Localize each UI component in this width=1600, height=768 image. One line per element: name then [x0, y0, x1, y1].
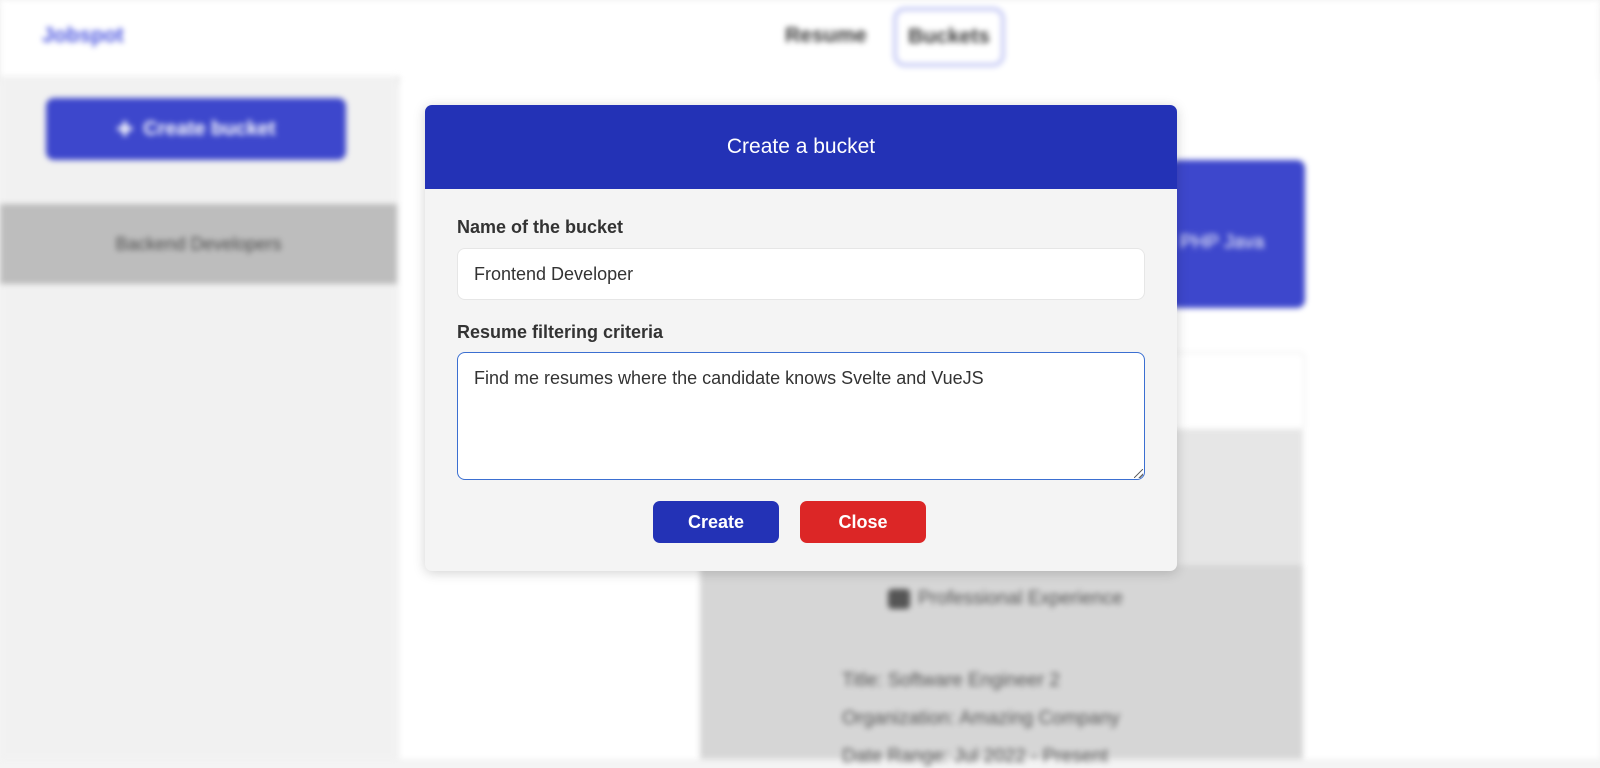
close-button[interactable]: Close: [800, 501, 926, 543]
create-button[interactable]: Create: [653, 501, 779, 543]
sidebar: [0, 76, 397, 759]
resume-card-skills-text: PHP Java: [1180, 232, 1265, 253]
resume-card-skills: [1170, 206, 1305, 308]
modal-title: Create a bucket: [726, 135, 876, 158]
bucket-name-label: Name of the bucket: [457, 217, 624, 237]
experience-line: Date Range: Jul 2022 - Present: [842, 746, 1109, 767]
experience-line: Organization: Amazing Company: [842, 708, 1120, 729]
nav-resume-link[interactable]: Resume: [785, 24, 867, 48]
bucket-name-input[interactable]: [457, 248, 1145, 300]
create-bucket-label: Create bucket: [143, 117, 276, 140]
sidebar-item-bucket[interactable]: Backend Developers: [0, 204, 397, 284]
nav-buckets-link[interactable]: Buckets: [893, 7, 1005, 67]
create-bucket-modal: Create a bucket Name of the bucket Resum…: [425, 105, 1177, 571]
resume-card-header: [1170, 160, 1305, 208]
plus-icon: ✚: [116, 118, 134, 141]
brand-logo[interactable]: Jobspot: [42, 24, 124, 48]
criteria-label: Resume filtering criteria: [457, 322, 664, 342]
criteria-textarea[interactable]: Find me resumes where the candidate know…: [457, 352, 1145, 480]
resize-handle-icon[interactable]: [1134, 469, 1143, 478]
experience-title: Professional Experience: [888, 588, 1123, 610]
create-bucket-button[interactable]: ✚ Create bucket: [46, 98, 346, 160]
experience-line: Title: Software Engineer 2: [842, 670, 1060, 691]
top-navbar: Jobspot Resume Buckets: [0, 0, 1600, 76]
modal-header: Create a bucket: [425, 105, 1177, 189]
experience-title-text: Professional Experience: [918, 588, 1123, 609]
briefcase-icon: [888, 589, 910, 609]
